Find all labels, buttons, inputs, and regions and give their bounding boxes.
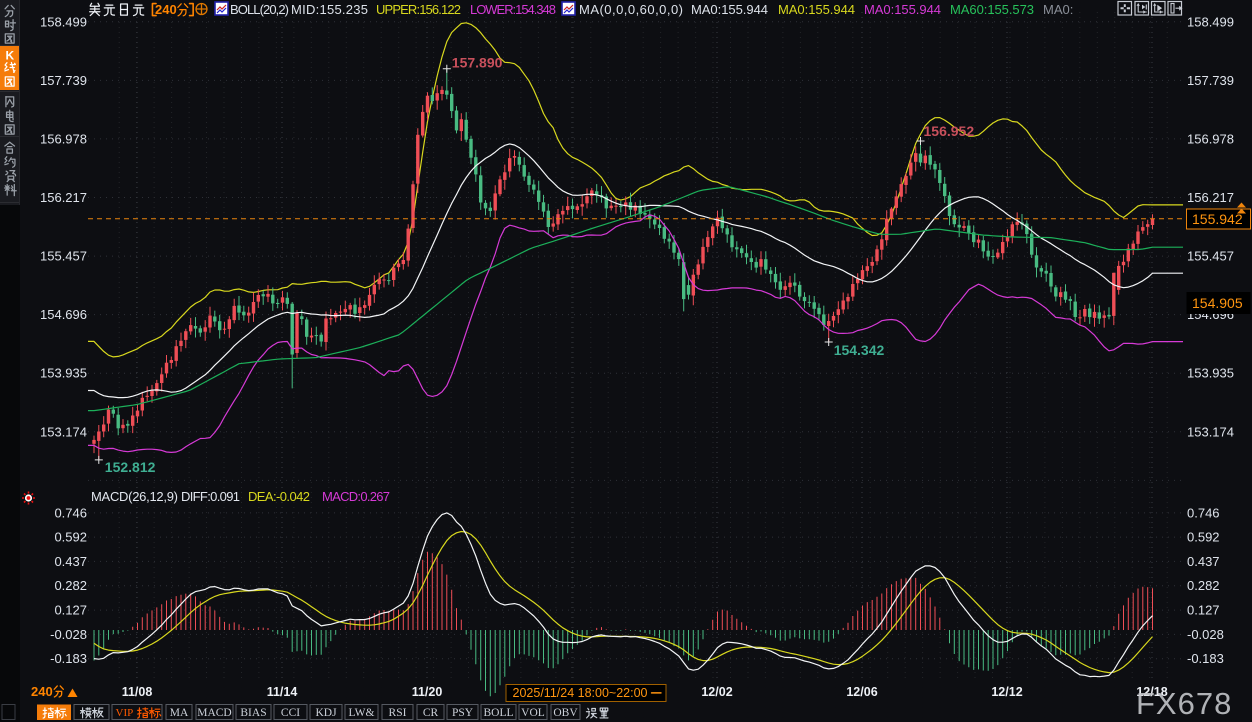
svg-text:-0.028: -0.028 xyxy=(50,627,87,642)
svg-text:DIFF:0.091: DIFF:0.091 xyxy=(181,489,240,504)
svg-text:KDJ: KDJ xyxy=(315,707,337,719)
svg-text:11/14: 11/14 xyxy=(267,685,298,699)
svg-text:RSI: RSI xyxy=(389,707,407,719)
svg-text:0.127: 0.127 xyxy=(54,603,87,618)
svg-text:0.437: 0.437 xyxy=(54,554,87,569)
svg-text:MA0:155.944: MA0:155.944 xyxy=(864,2,941,17)
svg-text:0.592: 0.592 xyxy=(54,530,87,545)
svg-text:BIAS: BIAS xyxy=(240,707,266,719)
svg-text:156.978: 156.978 xyxy=(40,131,87,146)
svg-text:MA(0,0,0,60,0,0): MA(0,0,0,60,0,0) xyxy=(579,2,683,17)
svg-text:157.739: 157.739 xyxy=(1187,73,1234,88)
svg-text:MA0:: MA0: xyxy=(1043,2,1073,17)
svg-text:MA: MA xyxy=(170,707,189,719)
svg-text:11/20: 11/20 xyxy=(412,685,443,699)
svg-text:157.739: 157.739 xyxy=(40,73,87,88)
svg-text:153.935: 153.935 xyxy=(1187,366,1234,381)
svg-text:VIP: VIP xyxy=(116,707,134,719)
svg-text:153.174: 153.174 xyxy=(40,424,87,439)
svg-text:155.457: 155.457 xyxy=(1187,249,1234,264)
svg-text:UPPER:156.122: UPPER:156.122 xyxy=(376,2,461,17)
svg-text:156.952: 156.952 xyxy=(924,123,975,139)
svg-text:156.217: 156.217 xyxy=(1187,190,1234,205)
svg-text:FX678: FX678 xyxy=(1136,686,1232,721)
svg-text:154.696: 154.696 xyxy=(40,307,87,322)
svg-text:-0.028: -0.028 xyxy=(1187,627,1224,642)
svg-text:157.890: 157.890 xyxy=(452,55,503,71)
svg-text:0.592: 0.592 xyxy=(1187,530,1220,545)
svg-text:152.812: 152.812 xyxy=(105,459,156,475)
svg-text:MA0:155.944: MA0:155.944 xyxy=(691,2,768,17)
svg-text:VOL: VOL xyxy=(521,707,545,719)
svg-text:PSY: PSY xyxy=(452,707,474,719)
svg-text:MACD(26,12,9): MACD(26,12,9) xyxy=(91,489,178,504)
svg-text:-0.183: -0.183 xyxy=(50,651,87,666)
svg-text:153.174: 153.174 xyxy=(1187,424,1234,439)
svg-text:0.746: 0.746 xyxy=(1187,505,1220,520)
svg-text:MACD: MACD xyxy=(197,707,232,719)
svg-text:0.282: 0.282 xyxy=(1187,578,1220,593)
svg-text:0.437: 0.437 xyxy=(1187,554,1220,569)
svg-text:BOLL: BOLL xyxy=(483,707,513,719)
svg-text:MACD:0.267: MACD:0.267 xyxy=(322,489,390,504)
svg-text:MA0:155.944: MA0:155.944 xyxy=(778,2,855,17)
svg-text:MA60:155.573: MA60:155.573 xyxy=(950,2,1034,17)
svg-text:0.746: 0.746 xyxy=(54,505,87,520)
svg-text:156.978: 156.978 xyxy=(1187,131,1234,146)
svg-text:CCI: CCI xyxy=(281,707,300,719)
svg-text:-0.183: -0.183 xyxy=(1187,651,1224,666)
svg-text:12/02: 12/02 xyxy=(701,685,732,699)
svg-text:158.499: 158.499 xyxy=(40,14,87,29)
svg-text:LOWER:154.348: LOWER:154.348 xyxy=(470,2,556,17)
svg-text:12/12: 12/12 xyxy=(991,685,1022,699)
svg-text:2025/11/24 18:00~22:00: 2025/11/24 18:00~22:00 xyxy=(513,686,648,700)
svg-text:158.499: 158.499 xyxy=(1187,14,1234,29)
svg-text:K: K xyxy=(6,49,15,63)
svg-text:156.217: 156.217 xyxy=(40,190,87,205)
svg-text:11/08: 11/08 xyxy=(122,685,153,699)
svg-text:12/06: 12/06 xyxy=(846,685,877,699)
svg-text:0.282: 0.282 xyxy=(54,578,87,593)
svg-text:154.905: 154.905 xyxy=(1192,295,1243,311)
svg-text:240: 240 xyxy=(31,684,53,699)
svg-text:154.342: 154.342 xyxy=(834,342,885,358)
svg-text:153.935: 153.935 xyxy=(40,366,87,381)
svg-text:240: 240 xyxy=(155,2,177,17)
svg-text:OBV: OBV xyxy=(553,707,578,719)
svg-text:155.457: 155.457 xyxy=(40,249,87,264)
svg-text:CR: CR xyxy=(423,707,439,719)
svg-text:LW&: LW& xyxy=(349,707,375,719)
svg-text:0.127: 0.127 xyxy=(1187,603,1220,618)
svg-text:DEA:-0.042: DEA:-0.042 xyxy=(248,489,310,504)
svg-text:155.942: 155.942 xyxy=(1192,211,1243,227)
svg-text:MID:155.235: MID:155.235 xyxy=(291,2,368,17)
svg-text:BOLL(20,2): BOLL(20,2) xyxy=(230,2,289,17)
